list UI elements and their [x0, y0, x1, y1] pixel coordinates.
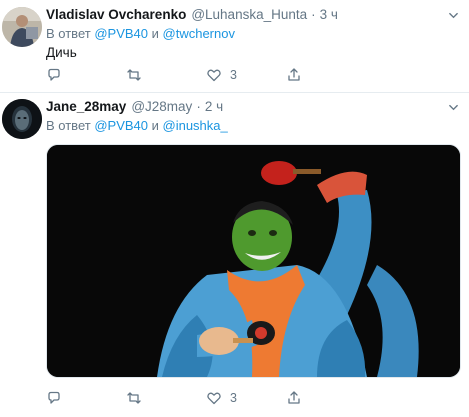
reply-prefix: В ответ [46, 26, 91, 41]
tweet-content: Vladislav Ovcharenko @Luhanska_Hunta · 3… [46, 6, 459, 82]
share-button[interactable] [286, 67, 302, 83]
tweet-actions: 3 [46, 67, 306, 85]
reply-and: и [151, 118, 159, 133]
retweet-icon [127, 392, 141, 404]
like-icon [207, 392, 221, 405]
tweet-actions: 3 [46, 390, 306, 408]
avatar[interactable] [2, 7, 42, 47]
avatar[interactable] [2, 99, 42, 139]
retweet-button[interactable] [126, 67, 142, 83]
reply-mention-twchernov[interactable]: @twchernov [163, 26, 235, 41]
tweet-vladislav[interactable]: Vladislav Ovcharenko @Luhanska_Hunta · 3… [0, 0, 469, 93]
share-icon [288, 391, 300, 404]
like-count: 3 [230, 391, 237, 405]
tweet-header: Vladislav Ovcharenko @Luhanska_Hunta · 3… [46, 6, 459, 24]
like-icon [207, 69, 221, 82]
reply-and: и [151, 26, 159, 41]
timestamp[interactable]: 3 ч [320, 6, 338, 24]
header-separator: · [311, 7, 316, 22]
author-name[interactable]: Vladislav Ovcharenko [46, 6, 186, 24]
reply-button[interactable] [46, 67, 62, 83]
share-button[interactable] [286, 390, 302, 406]
caret-down-icon[interactable] [448, 10, 459, 21]
timestamp[interactable]: 2 ч [205, 98, 223, 116]
tweet-text: Дичь [46, 45, 77, 60]
caret-down-icon[interactable] [448, 102, 459, 113]
like-button[interactable]: 3 [206, 390, 237, 406]
like-count: 3 [230, 68, 237, 82]
tweet-content: Jane_28may @J28may · 2 ч В ответ @PVB40 … [46, 98, 461, 405]
reply-button[interactable] [46, 390, 62, 406]
header-separator: · [196, 99, 201, 114]
tweet-media-image[interactable] [46, 144, 461, 378]
tweet-jane[interactable]: Jane_28may @J28may · 2 ч В ответ @PVB40 … [0, 92, 469, 417]
author-name[interactable]: Jane_28may [46, 98, 126, 116]
share-icon [288, 68, 300, 81]
tweet-header: Jane_28may @J28may · 2 ч [46, 98, 459, 116]
reply-mention-pvb40[interactable]: @PVB40 [94, 118, 148, 133]
retweet-icon [127, 69, 141, 81]
reply-mention-inushka[interactable]: @inushka_ [163, 118, 228, 133]
reply-icon [48, 391, 60, 404]
author-handle[interactable]: @J28may [131, 98, 192, 116]
reply-mention-pvb40[interactable]: @PVB40 [94, 26, 148, 41]
reply-prefix: В ответ [46, 118, 91, 133]
reply-context: В ответ @PVB40 и @twchernov [46, 25, 459, 43]
author-handle[interactable]: @Luhanska_Hunta [191, 6, 307, 24]
reply-context: В ответ @PVB40 и @inushka_ [46, 117, 459, 135]
like-button[interactable]: 3 [206, 67, 237, 83]
reply-icon [48, 68, 60, 81]
retweet-button[interactable] [126, 390, 142, 406]
